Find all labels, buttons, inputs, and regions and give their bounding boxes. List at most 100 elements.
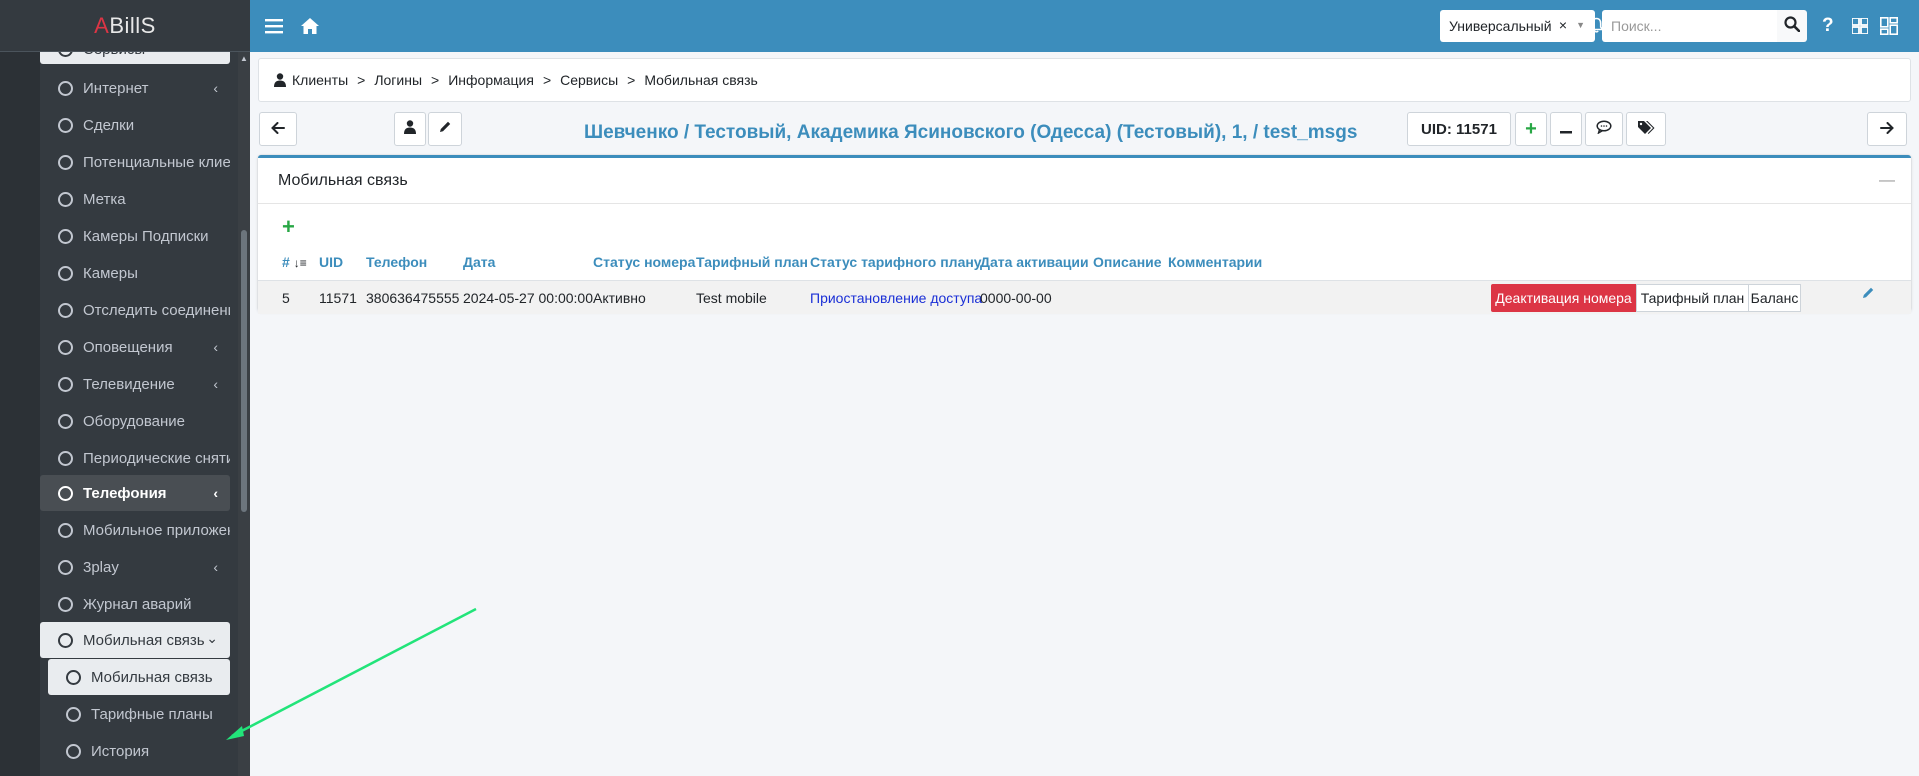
sidebar-item-label: Потенциальные клиенты xyxy=(83,153,230,171)
circle-icon xyxy=(58,80,73,96)
search-type-value: Универсальный xyxy=(1449,18,1552,34)
arrow-right-icon xyxy=(1880,121,1894,138)
search-input[interactable]: Поиск... xyxy=(1602,10,1777,42)
dashboard-icon[interactable] xyxy=(1880,0,1898,52)
sidebar-item-label: Сделки xyxy=(83,116,135,134)
sidebar-item-mobile-communication[interactable]: Мобильная связь ⌄ xyxy=(40,622,230,658)
column-header-activation-date[interactable]: Дата активации xyxy=(980,254,1089,270)
help-icon[interactable]: ? xyxy=(1822,0,1834,52)
home-icon[interactable] xyxy=(300,0,320,52)
sidebar-item-label: Камеры xyxy=(83,264,138,282)
sidebar-item-label: Телевидение xyxy=(83,375,175,393)
circle-icon xyxy=(58,191,73,207)
column-header-tariff-status[interactable]: Статус тарифного плану xyxy=(810,254,982,270)
breadcrumb-info[interactable]: Информация xyxy=(448,72,534,88)
column-header-comments[interactable]: Комментарии xyxy=(1168,254,1262,270)
scrollbar-thumb[interactable] xyxy=(241,230,247,512)
sidebar-item-cameras[interactable]: Камеры xyxy=(40,255,230,291)
sidebar-item-label: Телефония xyxy=(83,484,167,502)
sidebar-item-tag[interactable]: Метка xyxy=(40,181,230,217)
sidebar-item-mobile-app[interactable]: Мобильное приложение xyxy=(40,512,230,548)
hamburger-icon[interactable] xyxy=(265,0,283,52)
sidebar-item-label: Периодические снятия xyxy=(83,449,230,467)
sidebar-subitem-history[interactable]: История xyxy=(48,733,230,769)
chevron-left-icon: ‹ xyxy=(213,376,218,392)
add-button[interactable]: + xyxy=(1515,112,1547,146)
forward-button[interactable] xyxy=(1867,112,1907,146)
column-header-uid[interactable]: UID xyxy=(319,254,343,270)
edit-row-icon[interactable] xyxy=(1861,286,1875,304)
column-header-description[interactable]: Описание xyxy=(1093,254,1162,270)
sidebar-item-label: Отследить соединение xyxy=(83,301,230,319)
chevron-left-icon: ‹ xyxy=(213,559,218,575)
sidebar-item-internet[interactable]: Интернет ‹ xyxy=(40,70,230,106)
sidebar-item-leads[interactable]: Потенциальные клиенты xyxy=(40,144,230,180)
cell-tariff-status-link[interactable]: Приостановление доступа xyxy=(810,290,982,306)
sidebar-menu: Сервисы Интернет ‹ Сделки Потенциальные … xyxy=(0,34,250,776)
sidebar-subitem-tariff-plans[interactable]: Тарифные планы xyxy=(48,696,230,732)
sidebar-item-periodic-charges[interactable]: Периодические снятия xyxy=(40,440,230,476)
brand-logo[interactable]: ABillS xyxy=(0,0,250,52)
cell-number-status: Активно xyxy=(593,290,646,306)
sidebar-item-equipment[interactable]: Оборудование xyxy=(40,403,230,439)
breadcrumb-mobile[interactable]: Мобильная связь xyxy=(644,72,757,88)
grid-icon[interactable] xyxy=(1852,0,1868,52)
chevron-down-icon: ⌄ xyxy=(206,630,218,646)
help-label: ? xyxy=(1822,15,1834,36)
breadcrumb-clients[interactable]: Клиенты xyxy=(292,72,348,88)
balance-button[interactable]: Баланс xyxy=(1748,284,1801,312)
back-button[interactable] xyxy=(259,112,297,146)
comment-button[interactable] xyxy=(1585,112,1623,146)
sidebar-subitem-mobile-communication[interactable]: Мобильная связь xyxy=(48,659,230,695)
scroll-up-icon[interactable]: ▲ xyxy=(239,54,249,63)
sidebar-scrollbar[interactable]: ▲ xyxy=(238,52,250,776)
column-header-tariff[interactable]: Тарифный план xyxy=(696,254,808,270)
search-button[interactable] xyxy=(1777,10,1807,42)
sidebar-item-trace-connection[interactable]: Отследить соединение xyxy=(40,292,230,328)
remove-button[interactable] xyxy=(1550,112,1582,146)
column-header-number-status[interactable]: Статус номера xyxy=(593,254,695,270)
circle-icon xyxy=(58,522,73,538)
search-icon xyxy=(1784,16,1801,36)
main-content: Клиенты > Логины > Информация > Сервисы … xyxy=(250,52,1919,776)
chevron-left-icon: ‹ xyxy=(213,485,218,501)
user-icon xyxy=(274,73,286,87)
sidebar-item-label: Мобильная связь xyxy=(91,668,213,686)
edit-user-button[interactable] xyxy=(428,112,462,146)
user-profile-button[interactable] xyxy=(394,112,426,146)
user-title[interactable]: Шевченко / Тестовый, Академика Ясиновско… xyxy=(584,116,1357,150)
sidebar-item-notifications[interactable]: Оповещения ‹ xyxy=(40,329,230,365)
sidebar-item-label: Интернет xyxy=(83,79,149,97)
add-service-icon[interactable]: + xyxy=(282,214,295,240)
search-type-select[interactable]: Универсальный × ▼ xyxy=(1440,10,1595,42)
cell-uid: 11571 xyxy=(319,290,357,306)
column-header-phone[interactable]: Телефон xyxy=(366,254,427,270)
sidebar-item-telephony[interactable]: Телефония ‹ xyxy=(40,475,230,511)
circle-icon xyxy=(66,706,81,722)
sidebar-item-camera-subscriptions[interactable]: Камеры Подписки xyxy=(40,218,230,254)
sidebar-item-3play[interactable]: 3play ‹ xyxy=(40,549,230,585)
deactivate-number-button[interactable]: Деактивация номера xyxy=(1491,284,1636,312)
circle-icon xyxy=(58,413,73,429)
sidebar-item-label: История xyxy=(91,742,150,760)
sidebar: ABillS Сервисы Интернет ‹ Сделки Потенци… xyxy=(0,0,250,776)
column-header-date[interactable]: Дата xyxy=(463,254,495,270)
column-header-num[interactable]: # ↓≡ xyxy=(282,254,307,270)
breadcrumb-services[interactable]: Сервисы xyxy=(560,72,618,88)
tariff-plan-button[interactable]: Тарифный план xyxy=(1636,284,1749,312)
mobile-services-card: Мобильная связь — + # ↓≡ UID Телефон Дат… xyxy=(258,155,1911,314)
breadcrumb-logins[interactable]: Логины xyxy=(374,72,422,88)
cell-num: 5 xyxy=(282,290,290,306)
sidebar-item-tv[interactable]: Телевидение ‹ xyxy=(40,366,230,402)
tags-button[interactable] xyxy=(1626,112,1666,146)
sidebar-item-label: Мобильная связь xyxy=(83,631,205,649)
circle-icon xyxy=(58,265,73,281)
sidebar-item-deals[interactable]: Сделки xyxy=(40,107,230,143)
card-title: Мобильная связь xyxy=(278,171,408,189)
breadcrumb-separator: > xyxy=(627,72,636,88)
collapse-icon[interactable]: — xyxy=(1879,172,1895,190)
sidebar-item-incident-log[interactable]: Журнал аварий xyxy=(40,586,230,622)
circle-icon xyxy=(66,669,81,685)
circle-icon xyxy=(58,339,73,355)
clear-icon[interactable]: × xyxy=(1559,17,1567,33)
